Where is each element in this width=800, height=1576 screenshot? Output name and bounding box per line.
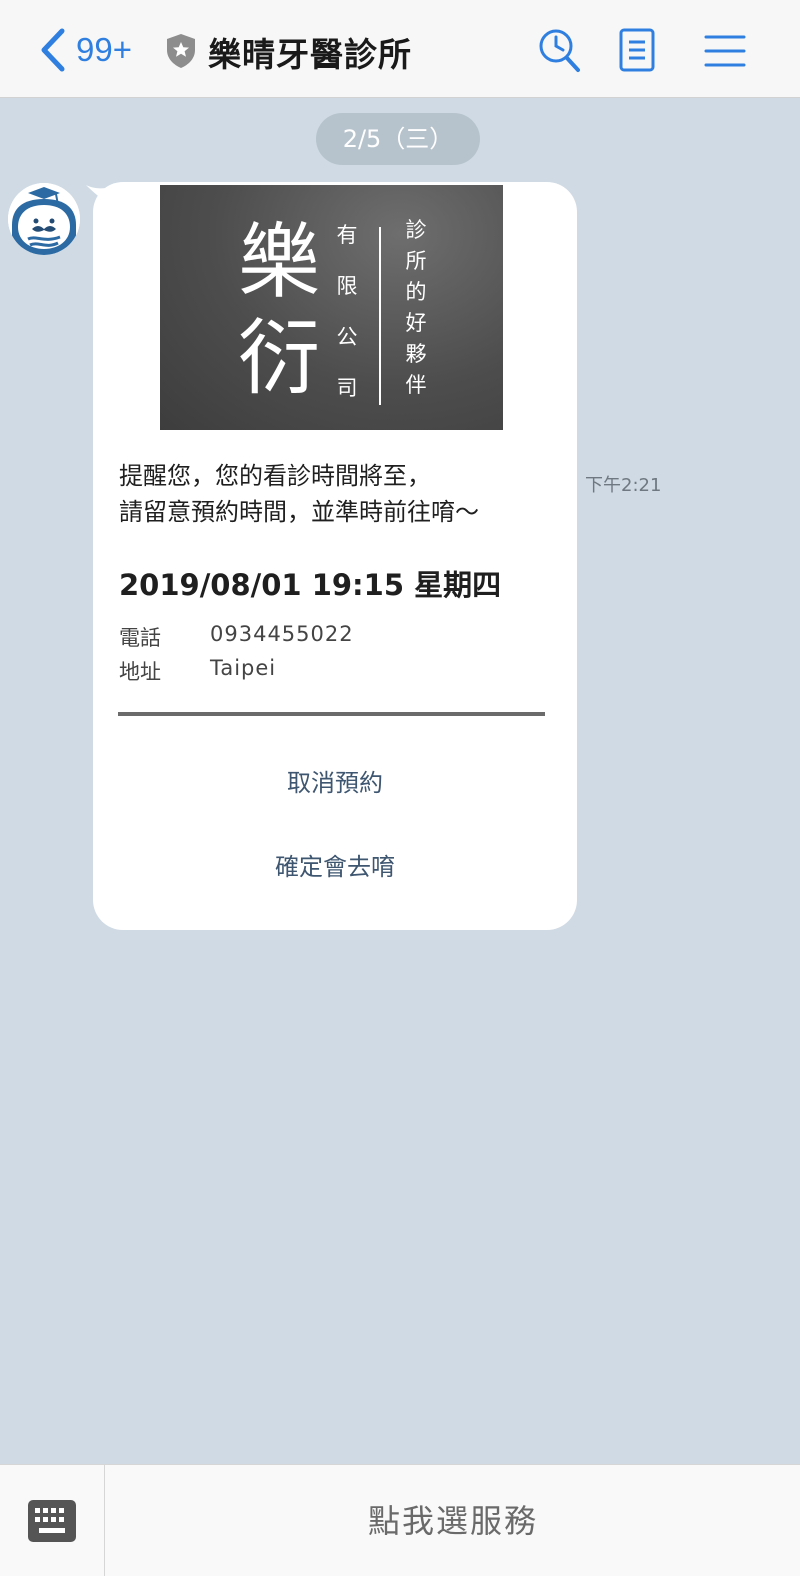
chat-screen: 99+ 樂晴牙醫診所 2/5（三） 樂 衍 有 限 公 司 診 所 的 好 夥 … xyxy=(0,0,800,1576)
logo-characters: 樂 衍 xyxy=(234,215,324,407)
logo-char-1: 樂 xyxy=(237,215,320,310)
slogan-char: 診 xyxy=(405,218,427,242)
reminder-line-1: 提醒您，您的看診時間將至， xyxy=(119,462,431,490)
appointment-datetime: 2019/08/01 19:15 星期四 xyxy=(119,568,502,602)
shield-star-icon xyxy=(167,34,195,68)
company-char: 有 xyxy=(336,223,358,247)
logo-char-2: 衍 xyxy=(237,311,320,406)
banner-divider xyxy=(379,227,381,405)
search-clock-icon[interactable] xyxy=(536,26,584,76)
notes-icon[interactable] xyxy=(617,26,657,74)
address-row: 地址 Taipei xyxy=(119,656,276,686)
keyboard-icon xyxy=(28,1500,76,1542)
company-char: 限 xyxy=(336,274,358,298)
slogan-char: 好 xyxy=(405,311,427,335)
keyboard-button[interactable] xyxy=(0,1465,105,1576)
address-value: Taipei xyxy=(210,656,277,680)
slogan-char: 的 xyxy=(405,280,427,304)
reminder-text: 提醒您，您的看診時間將至， 請留意預約時間，並準時前往唷～ xyxy=(119,458,479,530)
message-timestamp: 下午2:21 xyxy=(585,475,662,496)
reminder-line-2: 請留意預約時間，並準時前往唷～ xyxy=(119,498,479,526)
phone-label: 電話 xyxy=(119,626,161,650)
address-label: 地址 xyxy=(119,660,161,684)
slogan-char: 伴 xyxy=(405,373,427,397)
bottom-bar: 點我選服務 xyxy=(0,1464,800,1576)
company-char: 司 xyxy=(336,376,358,400)
date-divider: 2/5（三） xyxy=(316,113,480,165)
clinic-banner-image: 樂 衍 有 限 公 司 診 所 的 好 夥 伴 xyxy=(160,185,503,430)
chevron-left-icon xyxy=(41,28,65,72)
avatar[interactable] xyxy=(8,183,80,255)
slogan-char: 所 xyxy=(405,249,427,273)
service-menu-button[interactable]: 點我選服務 xyxy=(106,1465,800,1576)
phone-row: 電話 0934455022 xyxy=(119,622,354,652)
phone-value: 0934455022 xyxy=(210,622,354,646)
back-button[interactable]: 99+ xyxy=(38,26,132,74)
chat-header: 99+ 樂晴牙醫診所 xyxy=(0,0,800,98)
divider xyxy=(118,712,545,716)
confirm-attend-button[interactable]: 確定會去唷 xyxy=(93,847,577,882)
tooth-mascot-icon xyxy=(8,183,80,255)
message-bubble: 樂 衍 有 限 公 司 診 所 的 好 夥 伴 提醒您，您的看診時間將至， 請留… xyxy=(93,182,577,930)
company-char: 公 xyxy=(336,325,358,349)
menu-icon[interactable] xyxy=(703,26,747,74)
chat-title: 樂晴牙醫診所 xyxy=(208,35,412,74)
cancel-appointment-button[interactable]: 取消預約 xyxy=(93,763,577,798)
slogan-text: 診 所 的 好 夥 伴 xyxy=(401,215,431,401)
unread-count: 99+ xyxy=(76,31,132,68)
slogan-char: 夥 xyxy=(405,342,427,366)
company-text: 有 限 公 司 xyxy=(332,210,362,414)
